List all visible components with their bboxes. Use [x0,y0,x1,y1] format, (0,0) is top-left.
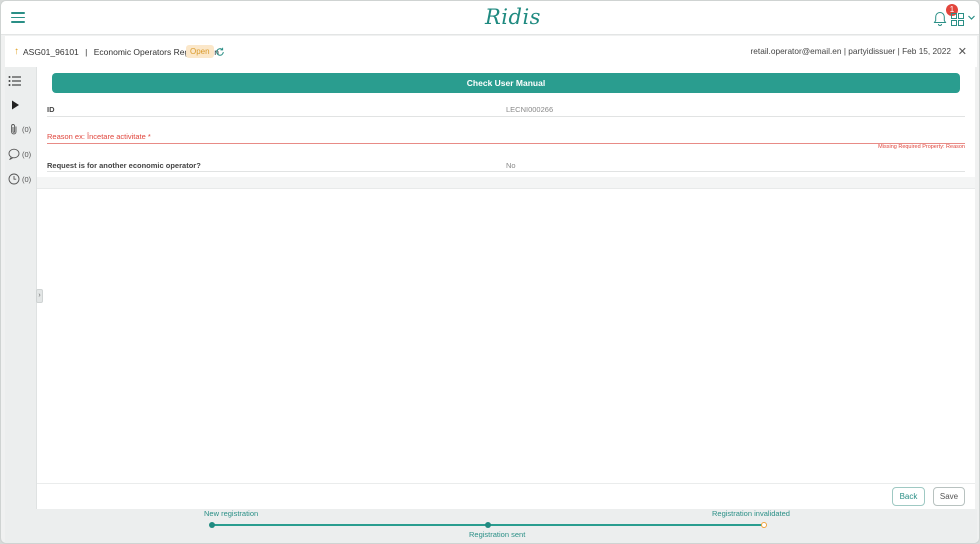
history-count: (0) [22,174,32,184]
record-id: ASG01_96101 [23,47,79,57]
other-operator-row[interactable]: Request is for another economic operator… [47,160,965,172]
list-view-button[interactable] [8,73,36,89]
left-rail: (0) (0) (0) [5,67,37,509]
user-info: retail.operator@email.en | partyidissuer… [750,46,951,56]
id-label: ID [47,105,55,114]
comments-button[interactable]: (0) [8,146,36,162]
attachments-count: (0) [22,124,32,134]
app-logo: Ridis [485,5,541,29]
process-stepper: New registration Registration sent Regis… [5,509,977,543]
chevron-down-icon[interactable] [967,13,976,22]
app-window: Ridis 1 ↑ ASG01_96101 | Economic Operato… [0,0,980,544]
top-header: Ridis 1 [1,1,979,35]
clock-icon [8,173,20,185]
hamburger-menu-icon[interactable] [11,12,25,24]
reason-label: Reason ex: Încetare activitate * [47,132,151,141]
comment-icon [8,148,20,160]
step-dot-registration-invalidated [761,522,767,528]
breadcrumb: ↑ ASG01_96101 | Economic Operators Regis… [5,36,977,67]
refresh-icon[interactable] [215,47,225,57]
attachments-button[interactable]: (0) [8,121,36,137]
history-button[interactable]: (0) [8,171,36,187]
other-operator-value[interactable]: No [506,161,516,170]
status-badge: Open [186,45,214,58]
step-dot-registration-sent [485,522,491,528]
id-value: LECNI000266 [506,105,554,114]
other-operator-label: Request is for another economic operator… [47,161,201,170]
reason-field[interactable]: Reason ex: Încetare activitate * [47,131,965,144]
play-icon [12,100,19,110]
id-row: ID LECNI000266 [47,104,965,117]
arrow-up-icon: ↑ [14,46,19,57]
comments-count: (0) [22,149,32,159]
expand-panel-handle[interactable]: › [36,289,43,303]
close-icon[interactable]: ✕ [958,45,967,58]
form-panel: Check User Manual ID LECNI000266 Reason … [37,67,975,509]
bell-icon[interactable] [933,11,947,27]
step-label-registration-invalidated: Registration invalidated [712,509,790,518]
step-dot-new-registration [209,522,215,528]
back-button[interactable]: Back [892,487,925,506]
check-user-manual-button[interactable]: Check User Manual [52,73,960,93]
step-label-registration-sent: Registration sent [469,530,526,539]
save-button[interactable]: Save [933,487,965,506]
footer-divider [37,483,975,484]
breadcrumb-separator: | [85,47,88,57]
step-label-new-registration: New registration [204,509,259,518]
list-icon [8,76,21,86]
section-divider [37,177,975,189]
reason-error-message: Missing Required Property: Reason [878,144,965,150]
paperclip-icon [11,123,17,134]
app-grid-icon[interactable] [951,13,964,26]
run-button[interactable] [8,97,36,113]
